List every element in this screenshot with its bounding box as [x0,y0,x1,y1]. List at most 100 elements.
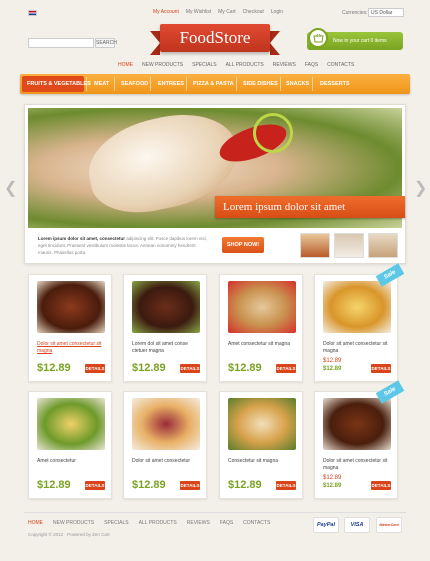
nav-new-products[interactable]: NEW PRODUCTS [142,62,183,68]
product-name[interactable]: Dolor sit amet consectetur sit magna [37,341,107,355]
product-image[interactable] [132,398,200,450]
category-seafood[interactable]: SEAFOOD [121,77,148,91]
currency-label: Currencies: [342,10,368,16]
category-divider [186,77,187,91]
slider-description-bold: Lorem ipsum dolor sit amet, consectetur [38,236,126,241]
account-links: My Account My Wishlist My Cart Checkout … [153,9,283,15]
site-logo[interactable]: FoodStore [160,24,270,52]
product-card[interactable]: Amet consectetur $12.89 DETAILS [28,391,112,499]
logo-ribbon-right [270,31,280,55]
basket-icon [308,28,328,48]
product-name[interactable]: Lorem dol sit amet conse ctetuer magna [132,341,202,355]
footer-reviews[interactable]: REVIEWS [187,520,210,526]
product-card[interactable]: Sale Dolor sit amet consectetur sit magn… [314,380,405,499]
nav-reviews[interactable]: REVIEWS [273,62,296,68]
category-desserts[interactable]: DESSERTS [320,77,350,91]
footer-nav: HOME NEW PRODUCTS SPECIALS ALL PRODUCTS … [28,520,270,526]
category-meat[interactable]: MEAT [94,77,109,91]
product-name[interactable]: Dolor sit amet consectetur sit magna [323,341,393,355]
product-new-price: $12.89 [323,483,342,489]
slider-description: Lorem ipsum dolor sit amet, consectetur … [38,235,208,256]
slider-thumbnail[interactable] [334,233,364,258]
product-price: $12.89 [132,362,166,374]
shop-now-button[interactable]: SHOP NOW! [222,237,264,253]
category-divider [312,77,313,91]
category-divider [114,77,115,91]
currency-select[interactable]: US Dollar [368,8,404,17]
product-price: $12.89 [37,362,71,374]
search-button[interactable]: SEARCH [95,38,117,48]
product-price: $12.89 [228,479,262,491]
category-entrees[interactable]: ENTREES [158,77,184,91]
nav-all-products[interactable]: ALL PRODUCTS [226,62,264,68]
hero-caption: Lorem ipsum dolor sit amet [215,196,405,218]
product-price: $12.89 [37,479,71,491]
product-card[interactable]: Consectetur sit magna $12.89 DETAILS [219,391,303,499]
category-snacks[interactable]: SNACKS [286,77,309,91]
footer-all-products[interactable]: ALL PRODUCTS [139,520,177,526]
details-button[interactable]: DETAILS [371,481,391,490]
product-image[interactable] [228,281,296,333]
product-name[interactable]: Amet consectetur [37,458,107,465]
cart-link[interactable]: My Cart [218,9,236,15]
search-input[interactable] [28,38,94,48]
category-divider [280,77,281,91]
details-button[interactable]: DETAILS [276,364,296,373]
nav-home[interactable]: HOME [118,62,133,68]
logo-ribbon-left [150,31,160,55]
details-button[interactable]: DETAILS [371,364,391,373]
footer-divider [24,512,406,513]
visa-logo: VISA [344,517,370,533]
category-divider [86,77,87,91]
nav-faqs[interactable]: FAQS [305,62,318,68]
nav-specials[interactable]: SPECIALS [192,62,216,68]
footer-new-products[interactable]: NEW PRODUCTS [53,520,94,526]
my-account-link[interactable]: My Account [153,9,179,15]
product-image[interactable] [228,398,296,450]
wishlist-link[interactable]: My Wishlist [186,9,211,15]
slider-thumbnail[interactable] [300,233,330,258]
slider-thumbnail[interactable] [368,233,398,258]
details-button[interactable]: DETAILS [180,364,200,373]
checkout-link[interactable]: Checkout [243,9,264,15]
category-fruits-vegetables[interactable]: FRUITS & VEGETABLES [27,77,91,91]
product-card[interactable]: Amet consectetur sit magna $12.89 DETAIL… [219,274,303,382]
product-new-price: $12.89 [323,366,342,372]
category-divider [150,77,151,91]
details-button[interactable]: DETAILS [85,364,105,373]
paypal-logo: PayPal [313,517,339,533]
product-card[interactable]: Dolor sit amet consectetur sit magna $12… [28,274,112,382]
nav-contacts[interactable]: CONTACTS [327,62,354,68]
slider-prev-arrow-icon[interactable]: ❮ [4,178,17,198]
product-card[interactable]: Lorem dol sit amet conse ctetuer magna $… [123,274,207,382]
product-card[interactable]: Dolor sit amet consectetur $12.89 DETAIL… [123,391,207,499]
product-card[interactable]: Sale Dolor sit amet consectetur sit magn… [314,263,405,382]
product-name[interactable]: Consectetur sit magna [228,458,298,465]
product-name[interactable]: Amet consectetur sit magna [228,341,298,348]
details-button[interactable]: DETAILS [85,481,105,490]
product-image[interactable] [323,281,391,333]
language-flag-icon[interactable] [28,10,37,16]
footer-faqs[interactable]: FAQS [220,520,233,526]
product-name[interactable]: Dolor sit amet consectetur sit magna [323,458,393,472]
product-image[interactable] [37,281,105,333]
category-divider [236,77,237,91]
copyright-text: Copyright © 2012 · Powered by Zen Cart [28,532,110,537]
details-button[interactable]: DETAILS [276,481,296,490]
category-pizza-pasta[interactable]: PIZZA & PASTA [193,77,234,91]
category-side-dishes[interactable]: SIDE DISHES [243,77,278,91]
product-price: $12.89 [132,479,166,491]
login-link[interactable]: Login [271,9,283,15]
footer-contacts[interactable]: CONTACTS [243,520,270,526]
product-name[interactable]: Dolor sit amet consectetur [132,458,202,465]
product-old-price: $12.89 [323,358,342,364]
product-image[interactable] [37,398,105,450]
product-image[interactable] [132,281,200,333]
product-price: $12.89 [228,362,262,374]
product-old-price: $12.89 [323,475,342,481]
details-button[interactable]: DETAILS [180,481,200,490]
product-image[interactable] [323,398,391,450]
footer-specials[interactable]: SPECIALS [104,520,128,526]
slider-next-arrow-icon[interactable]: ❯ [414,178,427,198]
footer-home[interactable]: HOME [28,520,43,526]
